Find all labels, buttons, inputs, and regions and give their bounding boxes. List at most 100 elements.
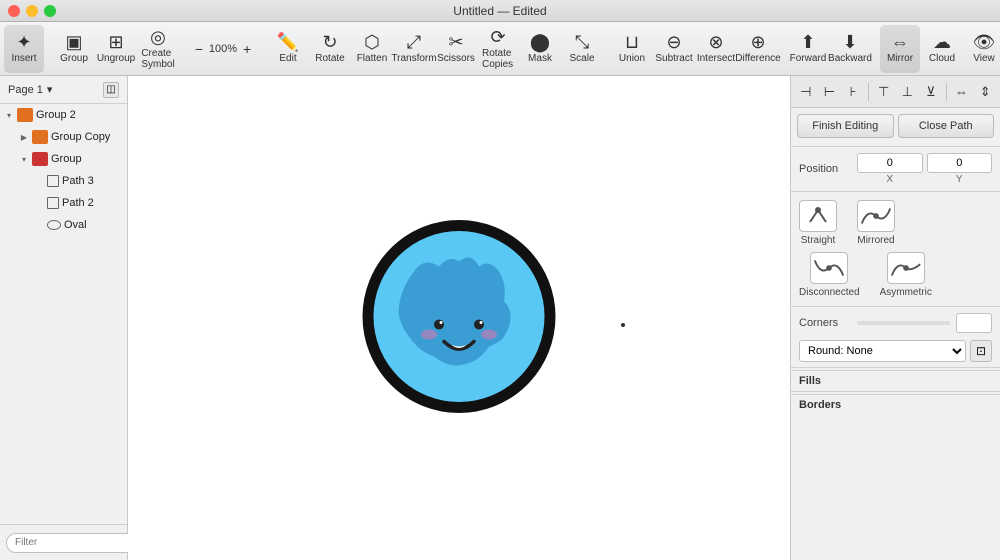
edit-icon: ✏️ bbox=[277, 33, 299, 51]
position-x-input[interactable] bbox=[857, 153, 923, 173]
borders-header: Borders bbox=[791, 394, 1000, 413]
path3-icon bbox=[47, 175, 59, 187]
intersect-tool[interactable]: ⊗ Intersect bbox=[696, 25, 736, 73]
align-top-button[interactable]: ⊤ bbox=[873, 81, 895, 103]
forward-tool[interactable]: ⬆ Forward bbox=[788, 25, 828, 73]
zoom-tool[interactable]: − 100% + bbox=[188, 25, 258, 73]
disconnected-label: Disconnected bbox=[799, 287, 860, 298]
ungroup-tool[interactable]: ⊞ Ungroup bbox=[96, 25, 136, 73]
layer-item-path2[interactable]: Path 2 bbox=[0, 192, 127, 214]
straight-icon-box bbox=[799, 200, 837, 232]
layer-toggle-groupcopy[interactable]: ▶ bbox=[19, 132, 29, 142]
edit-tool[interactable]: ✏️ Edit bbox=[268, 25, 308, 73]
rotate-tool[interactable]: ↻ Rotate bbox=[310, 25, 350, 73]
corners-row: Corners bbox=[791, 309, 1000, 337]
titlebar: Untitled — Edited bbox=[0, 0, 1000, 22]
canvas-area[interactable] bbox=[128, 76, 790, 560]
panel-toggle-button[interactable]: ◫ bbox=[103, 82, 119, 98]
maximize-button[interactable] bbox=[44, 5, 56, 17]
layer-toggle-group[interactable]: ▾ bbox=[19, 154, 29, 164]
layer-toggle-group2[interactable]: ▾ bbox=[4, 110, 14, 120]
y-axis-label: Y bbox=[927, 174, 993, 185]
align-left-button[interactable]: ⊣ bbox=[795, 81, 817, 103]
window-controls[interactable] bbox=[8, 5, 56, 17]
scissors-icon: ✂ bbox=[448, 33, 463, 51]
rotate-copies-icon: ⟳ bbox=[490, 28, 505, 46]
divider-3 bbox=[791, 306, 1000, 307]
backward-tool[interactable]: ⬇ Backward bbox=[830, 25, 870, 73]
divider-2 bbox=[791, 191, 1000, 192]
transform-tool[interactable]: ⤢ Transform bbox=[394, 25, 434, 73]
align-center-h-button[interactable]: ⊢ bbox=[819, 81, 841, 103]
scissors-tool[interactable]: ✂ Scissors bbox=[436, 25, 476, 73]
subtract-icon: ⊖ bbox=[666, 33, 681, 51]
layer-item-group[interactable]: ▾ Group bbox=[0, 148, 127, 170]
align-right-button[interactable]: ⊦ bbox=[842, 81, 864, 103]
node-asymmetric-option[interactable]: Asymmetric bbox=[880, 252, 932, 298]
page-chevron-icon: ▾ bbox=[47, 83, 53, 96]
layer-list: ▾ Group 2 ▶ Group Copy ▾ Group bbox=[0, 104, 127, 524]
node-disconnected-option[interactable]: Disconnected bbox=[799, 252, 860, 298]
page-label: Page 1 bbox=[8, 84, 43, 96]
earth-illustration bbox=[359, 217, 559, 420]
group-tool[interactable]: ▣ Group bbox=[54, 25, 94, 73]
oval-icon bbox=[47, 220, 61, 230]
layer-item-group2[interactable]: ▾ Group 2 bbox=[0, 104, 127, 126]
flatten-tool[interactable]: ⬡ Flatten bbox=[352, 25, 392, 73]
mirror-icon: ⇔ bbox=[891, 33, 909, 51]
subtract-tool[interactable]: ⊖ Subtract bbox=[654, 25, 694, 73]
distribute-h-button[interactable]: ⇔ bbox=[951, 81, 973, 103]
corners-input[interactable] bbox=[956, 313, 992, 333]
mask-tool[interactable]: ⬤ Mask bbox=[520, 25, 560, 73]
layers-panel: Page 1 ▾ ◫ ▾ Group 2 ▶ Group Copy ▾ bbox=[0, 76, 128, 560]
layer-item-path3[interactable]: Path 3 bbox=[0, 170, 127, 192]
scale-icon: ⤡ bbox=[575, 33, 589, 51]
mirror-tool[interactable]: ⇔ Mirror bbox=[880, 25, 920, 73]
forward-icon: ⬆ bbox=[800, 33, 815, 51]
node-straight-option[interactable]: Straight bbox=[799, 200, 837, 246]
fills-header: Fills bbox=[791, 370, 1000, 389]
cloud-tool[interactable]: ☁ Cloud bbox=[922, 25, 962, 73]
align-bottom-button[interactable]: ⊻ bbox=[920, 81, 942, 103]
cloud-icon: ☁ bbox=[933, 33, 951, 51]
layer-item-oval[interactable]: Oval bbox=[0, 214, 127, 236]
scale-tool[interactable]: ⤡ Scale bbox=[562, 25, 602, 73]
layer-item-groupcopy[interactable]: ▶ Group Copy bbox=[0, 126, 127, 148]
disconnected-icon-box bbox=[810, 252, 848, 284]
round-row: Round: None Round: All Round: Inner ⊡ bbox=[791, 337, 1000, 365]
rotate-copies-tool[interactable]: ⟳ Rotate Copies bbox=[478, 25, 518, 73]
view-tool[interactable]: 👁 View bbox=[964, 25, 1000, 73]
divider-4 bbox=[791, 367, 1000, 368]
close-path-button[interactable]: Close Path bbox=[898, 114, 995, 138]
corners-slider[interactable] bbox=[857, 321, 950, 325]
corners-label: Corners bbox=[799, 317, 851, 329]
layer-toggle-path2 bbox=[34, 198, 44, 208]
flatten-icon: ⬡ bbox=[364, 33, 380, 51]
divider-1 bbox=[791, 146, 1000, 147]
minimize-button[interactable] bbox=[26, 5, 38, 17]
create-symbol-tool[interactable]: ◎ Create Symbol bbox=[138, 25, 178, 73]
align-center-v-button[interactable]: ⊥ bbox=[896, 81, 918, 103]
union-tool[interactable]: ⊔ Union bbox=[612, 25, 652, 73]
corner-settings-button[interactable]: ⊡ bbox=[970, 340, 992, 362]
group-icon: ▣ bbox=[65, 33, 82, 51]
zoom-minus-icon: − bbox=[195, 41, 203, 57]
asymmetric-icon-box bbox=[887, 252, 925, 284]
node-mirrored-option[interactable]: Mirrored bbox=[857, 200, 895, 246]
zoom-value: 100% bbox=[205, 43, 241, 55]
position-y-wrap: Y bbox=[927, 153, 993, 185]
difference-tool[interactable]: ⊕ Difference bbox=[738, 25, 778, 73]
insert-tool[interactable]: ✦ Insert bbox=[4, 25, 44, 73]
main-area: Page 1 ▾ ◫ ▾ Group 2 ▶ Group Copy ▾ bbox=[0, 76, 1000, 560]
rotate-icon: ↻ bbox=[322, 33, 337, 51]
position-label: Position bbox=[799, 163, 851, 175]
page-selector[interactable]: Page 1 ▾ ◫ bbox=[0, 76, 127, 104]
close-button[interactable] bbox=[8, 5, 20, 17]
position-y-input[interactable] bbox=[927, 153, 993, 173]
path-alignment-toolbar: ⊣ ⊢ ⊦ ⊤ ⊥ ⊻ ⇔ ⇕ bbox=[791, 76, 1000, 108]
view-icon: 👁 bbox=[973, 33, 996, 51]
path-actions: Finish Editing Close Path bbox=[791, 108, 1000, 144]
distribute-v-button[interactable]: ⇕ bbox=[974, 81, 996, 103]
round-select[interactable]: Round: None Round: All Round: Inner bbox=[799, 340, 966, 362]
finish-editing-button[interactable]: Finish Editing bbox=[797, 114, 894, 138]
